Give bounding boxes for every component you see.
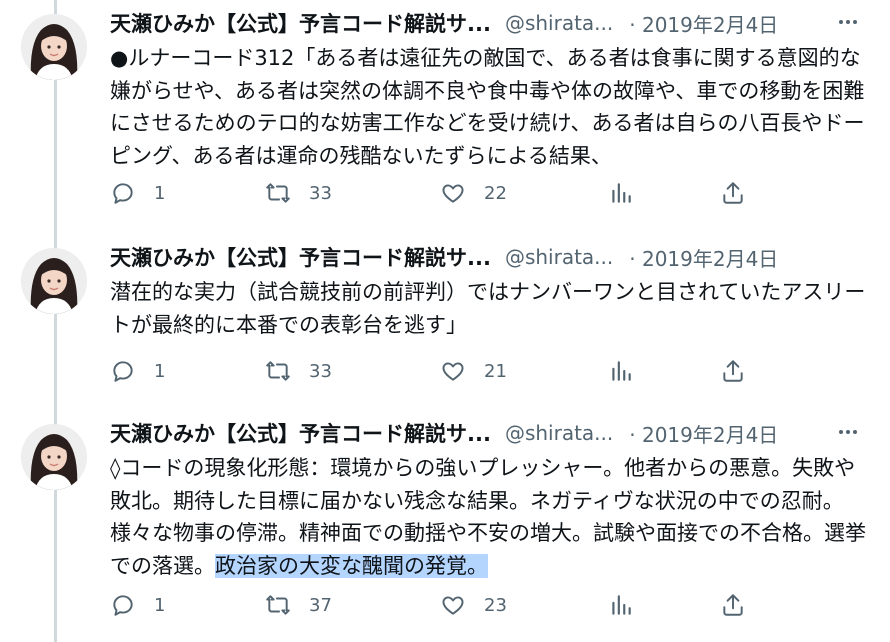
like-count: 22 [484,182,507,204]
author-handle[interactable]: @shirata... [505,11,613,35]
like-count: 21 [484,360,507,382]
tweet-header: 天瀬ひみか【公式】予言コード解説サ... @shirata... · 2019年… [110,8,860,38]
reply-icon [113,183,133,204]
author-name[interactable]: 天瀬ひみか【公式】予言コード解説サ... [110,418,491,448]
reply-button[interactable]: 1 [110,178,165,208]
tweet-header: 天瀬ひみか【公式】予言コード解説サ... @shirata... · 2019年… [110,418,860,448]
views-icon [612,595,631,615]
reply-count: 1 [154,182,166,204]
tweet-actions: 1 33 22 [110,178,760,208]
share-icon [723,182,743,204]
views-icon [612,361,631,381]
like-button[interactable]: 21 [440,356,507,386]
avatar[interactable] [21,14,87,80]
reply-icon [113,595,133,616]
views-icon [612,183,631,203]
retweet-icon [266,361,290,381]
retweet-count: 33 [309,182,332,204]
tweet-date[interactable]: · 2019年2月4日 [629,9,778,38]
views-button[interactable] [608,590,634,620]
author-name[interactable]: 天瀬ひみか【公式】予言コード解説サ... [110,8,491,38]
avatar[interactable] [21,248,87,314]
tweet-text: ◊コードの現象化形態：環境からの強いプレッシャー。他者からの悪意。失敗や敗北。期… [110,452,870,582]
share-button[interactable] [720,178,746,208]
heart-icon [442,362,464,381]
more-icon[interactable] [836,420,860,449]
tweet-header: 天瀬ひみか【公式】予言コード解説サ... @shirata... · 2019年… [110,242,860,272]
share-button[interactable] [720,590,746,620]
views-button[interactable] [608,178,634,208]
views-button[interactable] [608,356,634,386]
heart-icon [442,596,464,615]
reply-count: 1 [154,594,166,616]
author-handle[interactable]: @shirata... [505,421,613,445]
tweet-text: ●ルナーコード312「ある者は遠征先の敵国で、ある者は食事に関する意図的な嫌がら… [110,46,865,168]
author-name[interactable]: 天瀬ひみか【公式】予言コード解説サ... [110,242,491,272]
share-icon [723,594,743,616]
reply-button[interactable]: 1 [110,590,165,620]
heart-icon [442,184,464,203]
retweet-count: 37 [309,594,332,616]
tweet-actions: 1 33 21 [110,356,760,386]
tweet[interactable]: 天瀬ひみか【公式】予言コード解説サ... @shirata... · 2019年… [0,234,890,410]
avatar[interactable] [21,424,87,490]
like-button[interactable]: 23 [440,590,507,620]
selected-text: 政治家の大変な醜聞の発覚。 [215,553,488,578]
reply-count: 1 [154,360,166,382]
retweet-icon [266,595,290,615]
tweet-date[interactable]: · 2019年2月4日 [629,419,778,448]
retweet-count: 33 [309,360,332,382]
share-button[interactable] [720,356,746,386]
retweet-button[interactable]: 37 [265,590,332,620]
like-button[interactable]: 22 [440,178,507,208]
reply-icon [113,361,133,382]
retweet-icon [266,183,290,203]
author-handle[interactable]: @shirata... [505,245,613,269]
retweet-button[interactable]: 33 [265,356,332,386]
more-icon[interactable] [836,10,860,39]
tweet[interactable]: 天瀬ひみか【公式】予言コード解説サ... @shirata... · 2019年… [0,0,890,230]
tweet-date[interactable]: · 2019年2月4日 [629,243,778,272]
retweet-button[interactable]: 33 [265,178,332,208]
reply-button[interactable]: 1 [110,356,165,386]
like-count: 23 [484,594,507,616]
share-icon [723,360,743,382]
tweet-actions: 1 37 23 [110,590,760,620]
tweet[interactable]: 天瀬ひみか【公式】予言コード解説サ... @shirata... · 2019年… [0,410,890,642]
tweet-text: 潜在的な実力（試合競技前の前評判）ではナンバーワンと目されていたアスリートが最終… [110,280,866,337]
